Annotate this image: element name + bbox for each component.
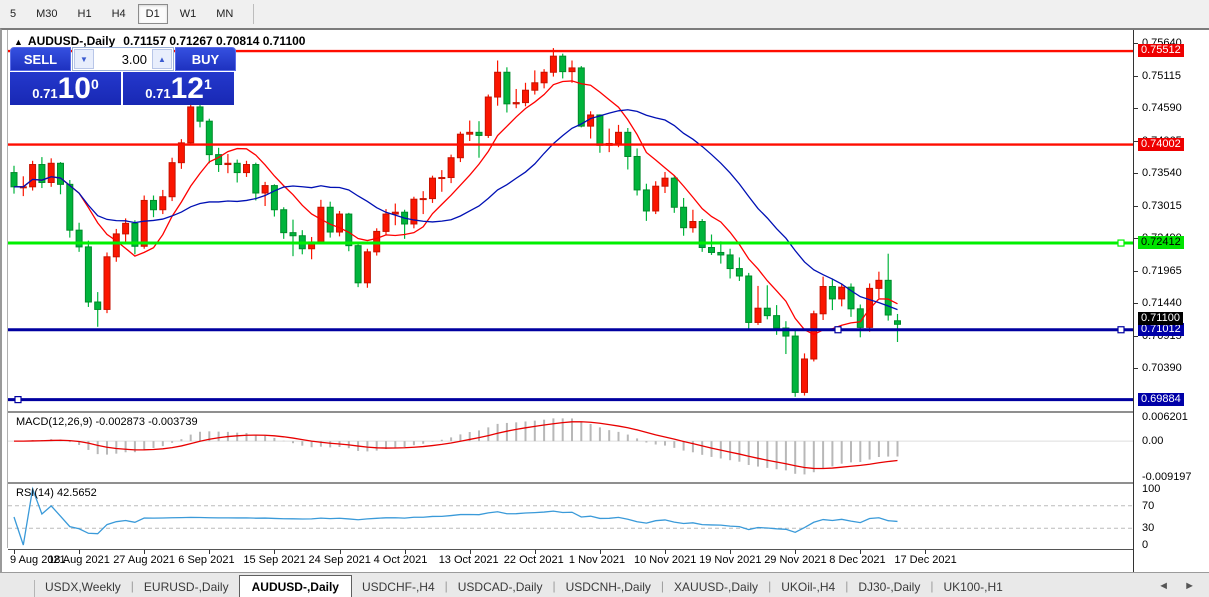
price-tick-mark: [1133, 271, 1138, 272]
timeframe-button-w1[interactable]: W1: [172, 4, 205, 24]
price-tick: 0.71965: [1142, 265, 1182, 277]
sell-price-prefix: 0.71: [32, 86, 57, 101]
chart-left-border: [7, 30, 8, 548]
tabbar-left-spacer: [0, 580, 35, 597]
date-label: 24 Sep 2021: [309, 554, 371, 566]
buy-price-display[interactable]: 0.71121: [123, 72, 234, 105]
chart-tab-audusd-daily[interactable]: AUDUSD-,Daily: [239, 575, 352, 597]
price-tick-mark: [1133, 336, 1138, 337]
macd-axis-zero: 0.00: [1142, 435, 1163, 447]
sell-price-big: 10: [58, 74, 91, 104]
date-label: 13 Oct 2021: [439, 554, 499, 566]
one-click-trading-panel: SELL ▼ ▲ BUY 0.71100 0.71121: [10, 47, 236, 105]
date-label: 6 Sep 2021: [178, 554, 234, 566]
chart-tab-bar: USDX,Weekly|EURUSD-,DailyAUDUSD-,DailyUS…: [0, 572, 1209, 597]
macd-label: MACD(12,26,9) -0.002873 -0.003739: [16, 416, 198, 428]
chart-window: ▲ AUDUSD-,Daily 0.71157 0.71267 0.70814 0.…: [0, 28, 1209, 572]
rsi-axis-t0: 0: [1142, 539, 1148, 551]
buy-price-prefix: 0.71: [145, 86, 170, 101]
rsi-canvas[interactable]: [8, 484, 1133, 548]
price-tick-mark: [1133, 206, 1138, 207]
timeframe-button-d1[interactable]: D1: [138, 4, 168, 24]
chart-tab-usdcnh-daily[interactable]: USDCNH-,Daily: [556, 576, 661, 597]
macd-axis-top: 0.006201: [1142, 411, 1188, 423]
date-label: 17 Dec 2021: [894, 554, 956, 566]
price-line-label: 0.74002: [1138, 138, 1184, 151]
symbol-marker-icon: ▲: [14, 37, 23, 47]
price-tick-mark: [1133, 173, 1138, 174]
buy-price-sup: 1: [204, 76, 212, 92]
price-tick: 0.75115: [1142, 70, 1181, 82]
price-tick-mark: [1133, 368, 1138, 369]
macd-axis-bottom: -0.009197: [1142, 471, 1192, 483]
chart-tab-uk100-h1[interactable]: UK100-,H1: [933, 576, 1012, 597]
volume-increase-icon[interactable]: ▲: [152, 49, 172, 69]
axis-border: [1133, 30, 1134, 572]
sell-button[interactable]: SELL: [10, 47, 71, 71]
toolbar-separator: [253, 4, 254, 24]
buy-button[interactable]: BUY: [175, 47, 236, 71]
price-line-label: 0.75512: [1138, 44, 1184, 57]
tab-scroll-arrows-icon[interactable]: ◄ ►: [1158, 580, 1201, 592]
volume-input[interactable]: [95, 51, 151, 68]
date-label: 19 Nov 2021: [699, 554, 761, 566]
rsi-axis-t100: 100: [1142, 483, 1160, 495]
date-label: 8 Dec 2021: [829, 554, 885, 566]
price-tick-mark: [1133, 108, 1138, 109]
chart-tab-eurusd-daily[interactable]: EURUSD-,Daily: [134, 576, 239, 597]
chart-tab-ukoil-h4[interactable]: UKOil-,H4: [771, 576, 845, 597]
date-label: 18 Aug 2021: [48, 554, 110, 566]
mt4-window: 5M30H1H4D1W1MN ▲ AUDUSD-,Daily 0.71157 0.7…: [0, 0, 1209, 597]
rsi-label: RSI(14) 42.5652: [16, 487, 97, 499]
current-price-label: 0.71100: [1138, 312, 1183, 325]
timeframe-button-h1[interactable]: H1: [70, 4, 100, 24]
price-tick: 0.71440: [1142, 297, 1182, 309]
timeframe-button-m30[interactable]: M30: [28, 4, 65, 24]
chart-symbol-label: AUDUSD-,Daily: [28, 34, 115, 48]
rsi-axis-t70: 70: [1142, 500, 1154, 512]
price-tick-mark: [1133, 76, 1138, 77]
chart-tab-xauusd-daily[interactable]: XAUUSD-,Daily: [664, 576, 768, 597]
chart-ohlc-values: 0.71157 0.71267 0.70814 0.71100: [123, 34, 305, 48]
price-tick: 0.73015: [1142, 200, 1182, 212]
volume-box: ▼ ▲: [72, 47, 174, 71]
buy-price-big: 12: [171, 74, 204, 104]
date-axis[interactable]: 9 Aug 202118 Aug 202127 Aug 20216 Sep 20…: [8, 549, 1133, 573]
timeframe-button-5[interactable]: 5: [2, 4, 24, 24]
chart-tab-usdx-weekly[interactable]: USDX,Weekly: [35, 576, 131, 597]
timeframe-button-mn[interactable]: MN: [208, 4, 241, 24]
price-axis[interactable]: 0.756400.751150.745900.740650.735400.730…: [1136, 30, 1209, 572]
chart-tab-usdcad-daily[interactable]: USDCAD-,Daily: [448, 576, 553, 597]
date-label: 4 Oct 2021: [374, 554, 428, 566]
date-label: 10 Nov 2021: [634, 554, 696, 566]
chart-tab-dj30-daily[interactable]: DJ30-,Daily: [848, 576, 930, 597]
price-tick: 0.74590: [1142, 102, 1182, 114]
price-line-label: 0.69884: [1138, 393, 1184, 406]
chart-title: ▲ AUDUSD-,Daily 0.71157 0.71267 0.70814 0.…: [14, 34, 305, 48]
chart-tab-usdchf-h4[interactable]: USDCHF-,H4: [352, 576, 445, 597]
sell-price-display[interactable]: 0.71100: [10, 72, 121, 105]
date-label: 29 Nov 2021: [764, 554, 826, 566]
price-tick-mark: [1133, 303, 1138, 304]
timeframe-toolbar: 5M30H1H4D1W1MN: [0, 0, 1209, 29]
date-label: 1 Nov 2021: [569, 554, 625, 566]
rsi-axis-t30: 30: [1142, 522, 1154, 534]
price-tick: 0.73540: [1142, 167, 1182, 179]
price-tick: 0.70390: [1142, 362, 1182, 374]
date-label: 15 Sep 2021: [243, 554, 305, 566]
price-line-label: 0.72412: [1138, 236, 1184, 249]
timeframe-button-h4[interactable]: H4: [104, 4, 134, 24]
date-label: 27 Aug 2021: [113, 554, 175, 566]
date-label: 22 Oct 2021: [504, 554, 564, 566]
sell-price-sup: 0: [91, 76, 99, 92]
volume-decrease-icon[interactable]: ▼: [74, 49, 94, 69]
